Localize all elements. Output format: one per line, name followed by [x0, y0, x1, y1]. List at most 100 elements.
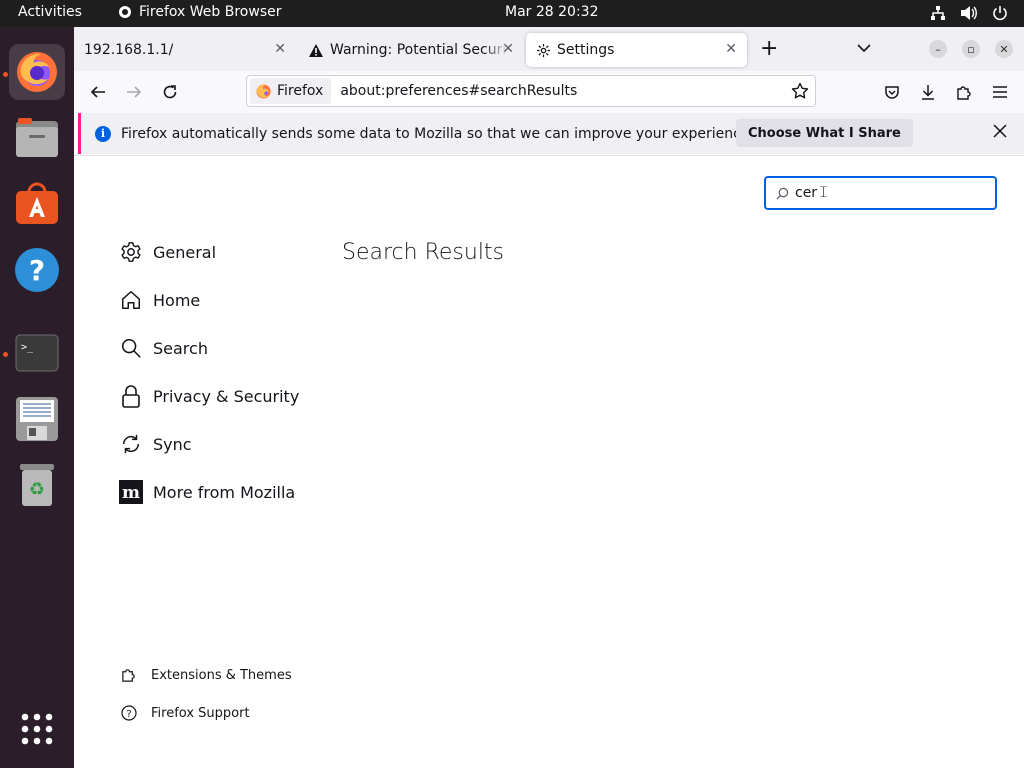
nav-bar: Firefox about:preferences#searchResults: [74, 71, 1024, 113]
puzzle-icon: [956, 85, 971, 100]
extensions-themes-link[interactable]: Extensions & Themes: [120, 666, 292, 684]
help-circle-icon: ?: [120, 704, 138, 722]
find-in-settings[interactable]: [764, 176, 997, 210]
activities-button[interactable]: Activities: [18, 4, 82, 20]
category-label: Home: [153, 290, 201, 310]
back-button[interactable]: [87, 81, 109, 103]
software-icon: [16, 182, 58, 224]
dock-firefox[interactable]: [9, 44, 65, 100]
dock-help[interactable]: ?: [9, 242, 65, 298]
identity-box[interactable]: Firefox: [250, 78, 332, 104]
dock-software[interactable]: [9, 176, 65, 232]
firefox-small-icon: [119, 6, 131, 18]
svg-text:>_: >_: [21, 342, 34, 353]
extensions-button[interactable]: [953, 81, 975, 103]
tab-bar: 192.168.1.1/ ✕ Warning: Potential Securi…: [74, 27, 1024, 71]
tab-close-button[interactable]: ✕: [274, 41, 286, 57]
help-icon: ?: [15, 248, 59, 292]
dock-terminal[interactable]: >_: [9, 325, 65, 381]
search-icon: [776, 187, 789, 199]
category-label: Sync: [153, 434, 192, 454]
firefox-identity-icon: [256, 83, 271, 99]
svg-text:m: m: [122, 483, 140, 503]
footer-link-label: Firefox Support: [151, 705, 250, 721]
back-arrow-icon: [90, 86, 105, 98]
category-sync[interactable]: Sync: [119, 431, 192, 457]
svg-text:?: ?: [126, 709, 131, 720]
mozilla-icon: m: [119, 480, 143, 504]
chevron-down-icon[interactable]: [856, 40, 872, 56]
maximize-button[interactable]: ▫: [962, 40, 980, 58]
gear-icon: [536, 43, 551, 57]
clock[interactable]: Mar 28 20:32: [505, 4, 598, 20]
footer-link-label: Extensions & Themes: [151, 667, 292, 683]
preferences-page: 𝙸 General Home Search Privacy & Security…: [74, 155, 1024, 768]
pocket-icon: [885, 86, 899, 99]
info-icon: i: [95, 125, 111, 142]
category-privacy[interactable]: Privacy & Security: [119, 383, 299, 409]
puzzle-icon: [120, 666, 138, 684]
tab-close-button[interactable]: ✕: [725, 41, 737, 57]
category-search[interactable]: Search: [119, 335, 208, 361]
reload-button[interactable]: [159, 81, 181, 103]
volume-icon: [961, 6, 977, 20]
hamburger-icon: [993, 86, 1007, 98]
category-label: Search: [153, 338, 208, 358]
app-menu[interactable]: Firefox Web Browser: [118, 4, 282, 20]
category-home[interactable]: Home: [119, 287, 200, 313]
dock-trash[interactable]: ♻: [9, 457, 65, 513]
category-general[interactable]: General: [119, 239, 216, 265]
pocket-button[interactable]: [881, 81, 903, 103]
page-title: Search Results: [342, 240, 505, 265]
dock-files[interactable]: [9, 110, 65, 166]
svg-text:♻: ♻: [29, 479, 45, 500]
category-label: General: [153, 242, 217, 262]
running-indicator: [3, 352, 8, 357]
url-text[interactable]: about:preferences#searchResults: [340, 83, 577, 99]
forward-arrow-icon: [127, 86, 142, 98]
forward-button[interactable]: [123, 81, 145, 103]
downloads-button[interactable]: [917, 81, 939, 103]
reload-icon: [163, 85, 177, 99]
gear-icon: [119, 240, 143, 264]
warning-icon: [309, 43, 323, 57]
bookmark-star-icon[interactable]: [791, 82, 809, 100]
tab-settings[interactable]: Settings ✕: [526, 33, 747, 67]
choose-what-i-share-button[interactable]: Choose What I Share: [736, 119, 913, 147]
minimize-button[interactable]: –: [929, 40, 947, 58]
category-label: More from Mozilla: [153, 482, 296, 502]
new-tab-button[interactable]: +: [760, 38, 778, 60]
tab-title: Warning: Potential Security Risk Ahead: [330, 42, 510, 58]
category-label: Privacy & Security: [153, 386, 300, 406]
app-menu-button[interactable]: [989, 81, 1011, 103]
home-icon: [119, 288, 143, 312]
app-name: Firefox Web Browser: [139, 4, 282, 20]
tab-title: 192.168.1.1/: [84, 42, 174, 58]
sync-icon: [119, 432, 143, 456]
terminal-icon: >_: [15, 334, 59, 372]
tab-close-button[interactable]: ✕: [502, 41, 514, 57]
tab-security-warning[interactable]: Warning: Potential Security Risk Ahead ✕: [298, 33, 524, 67]
category-more-from-mozilla[interactable]: m More from Mozilla: [119, 479, 295, 505]
tab-title: Settings: [557, 42, 615, 58]
url-bar[interactable]: Firefox about:preferences#searchResults: [246, 75, 816, 107]
identity-label: Firefox: [277, 83, 324, 99]
files-icon: [16, 118, 58, 157]
trash-icon: ♻: [20, 464, 54, 506]
dock: ? >_ ♻: [0, 27, 74, 768]
close-icon[interactable]: [992, 123, 1008, 139]
system-tray[interactable]: [930, 5, 1008, 21]
download-icon: [922, 85, 934, 100]
notification-message: Firefox automatically sends some data to…: [121, 125, 754, 142]
firefox-icon: [17, 52, 57, 92]
tab-router[interactable]: 192.168.1.1/ ✕: [74, 33, 296, 67]
power-icon: [993, 6, 1007, 21]
dock-text-editor[interactable]: [9, 391, 65, 447]
dock-app-grid[interactable]: [9, 701, 65, 757]
running-indicator: [3, 72, 8, 77]
network-icon: [931, 6, 945, 20]
firefox-support-link[interactable]: ? Firefox Support: [120, 704, 250, 722]
data-reporting-notification: i Firefox automatically sends some data …: [78, 113, 1024, 154]
app-grid-icon: [21, 713, 53, 745]
close-window-button[interactable]: ✕: [995, 40, 1013, 58]
